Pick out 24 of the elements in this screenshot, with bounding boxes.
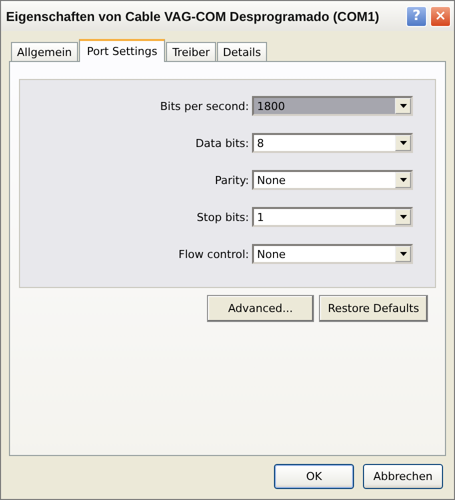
ok-button[interactable]: OK [274, 464, 354, 489]
dropdown-field[interactable]: None [252, 244, 413, 264]
dropdown-field[interactable]: 1800 [252, 96, 413, 116]
tab[interactable]: Port Settings [78, 39, 166, 62]
cancel-button[interactable]: Abbrechen [363, 464, 443, 489]
dropdown-arrow-icon [400, 215, 406, 219]
field-label: Parity: [214, 174, 249, 186]
field-label: Flow control: [178, 248, 249, 260]
restore-defaults-button[interactable]: Restore Defaults [319, 295, 428, 322]
dropdown-arrow-icon [400, 104, 406, 108]
tab[interactable]: Treiber [166, 42, 216, 61]
field-label: Data bits: [195, 136, 249, 150]
dropdown-arrow-icon [400, 178, 406, 182]
dropdown-arrow-icon [400, 141, 406, 145]
tab[interactable]: Allgemein [11, 42, 78, 61]
tab[interactable]: Details [216, 42, 267, 61]
advanced-button[interactable]: Advanced... [207, 295, 314, 322]
window-title: Eigenschaften von Cable VAG-COM Desprogramado (COM1) [6, 8, 380, 24]
dropdown-field[interactable]: None [252, 170, 413, 190]
field-label: Stop bits: [196, 210, 249, 224]
dropdown-field[interactable]: 8 [252, 133, 413, 153]
field-label: Bits per second: [160, 100, 249, 112]
dropdown-field[interactable]: 1 [252, 207, 413, 227]
dropdown-arrow-icon [400, 252, 406, 256]
